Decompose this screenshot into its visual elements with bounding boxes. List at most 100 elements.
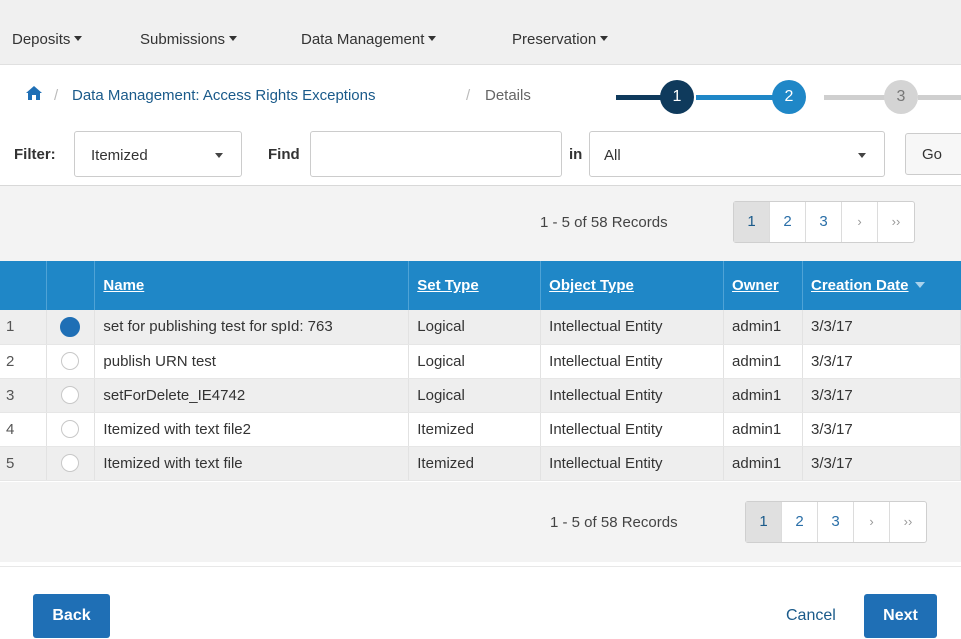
- wizard-stepper: 1 2 3: [616, 77, 961, 117]
- caret-down-icon: [858, 153, 866, 158]
- table-row[interactable]: 5 Itemized with text file Itemized Intel…: [0, 446, 961, 481]
- page-2-button[interactable]: 2: [770, 202, 806, 242]
- page-1-button[interactable]: 1: [746, 502, 782, 542]
- pager-bottom: 1 2 3 › ››: [745, 501, 927, 543]
- row-name: setForDelete_IE4742: [94, 378, 410, 413]
- col-creation-date-header[interactable]: Creation Date: [802, 261, 961, 310]
- menu-preservation[interactable]: Preservation: [512, 31, 609, 48]
- row-set-type: Logical: [408, 378, 542, 413]
- row-date: 3/3/17: [802, 344, 961, 379]
- row-number: 2: [0, 344, 48, 379]
- home-icon[interactable]: [25, 85, 43, 101]
- row-number: 1: [0, 310, 48, 345]
- pager-top: 1 2 3 › ››: [733, 201, 915, 243]
- row-object-type: Intellectual Entity: [540, 378, 725, 413]
- row-object-type: Intellectual Entity: [540, 412, 725, 447]
- row-select-cell: [46, 310, 96, 345]
- caret-down-icon: [229, 36, 238, 41]
- breadcrumb-current: Details: [485, 87, 531, 104]
- next-page-icon[interactable]: ›: [854, 502, 890, 542]
- caret-down-icon: [428, 36, 437, 41]
- menu-data-management[interactable]: Data Management: [301, 31, 437, 48]
- table-row[interactable]: 3 setForDelete_IE4742 Logical Intellectu…: [0, 378, 961, 413]
- row-name: Itemized with text file: [94, 446, 410, 481]
- row-owner: admin1: [723, 310, 803, 345]
- row-radio-selected[interactable]: [60, 316, 81, 337]
- row-radio[interactable]: [61, 454, 80, 473]
- row-select-cell: [46, 378, 96, 413]
- row-object-type: Intellectual Entity: [540, 344, 725, 379]
- row-object-type: Intellectual Entity: [540, 446, 725, 481]
- page-2-button[interactable]: 2: [782, 502, 818, 542]
- find-label: Find: [268, 146, 300, 163]
- row-radio[interactable]: [61, 352, 80, 371]
- row-number: 3: [0, 378, 48, 413]
- find-input[interactable]: [310, 131, 562, 177]
- filter-bar: Filter: Itemized Find in All: [0, 124, 961, 186]
- row-name: Itemized with text file2: [94, 412, 410, 447]
- caret-down-icon: [215, 153, 223, 158]
- row-name: publish URN test: [94, 344, 410, 379]
- row-owner: admin1: [723, 446, 803, 481]
- page-1-button[interactable]: 1: [734, 202, 770, 242]
- row-owner: admin1: [723, 378, 803, 413]
- step-2-active: 2: [772, 80, 806, 114]
- row-date: 3/3/17: [802, 412, 961, 447]
- row-set-type: Itemized: [408, 446, 542, 481]
- records-count: 1 - 5 of 58 Records: [540, 214, 668, 231]
- row-select-cell: [46, 344, 96, 379]
- step-connector: [918, 95, 961, 100]
- records-count: 1 - 5 of 58 Records: [550, 514, 678, 531]
- step-1: 1: [660, 80, 694, 114]
- page-3-button[interactable]: 3: [806, 202, 842, 242]
- wizard-footer: Back Cancel Next: [0, 566, 961, 639]
- col-owner-header[interactable]: Owner: [723, 261, 803, 310]
- in-field-select[interactable]: All: [589, 131, 885, 177]
- col-number: [0, 261, 48, 310]
- row-owner: admin1: [723, 412, 803, 447]
- next-page-icon[interactable]: ›: [842, 202, 878, 242]
- back-button[interactable]: Back: [33, 594, 110, 638]
- caret-down-icon: [600, 36, 609, 41]
- next-button[interactable]: Next: [864, 594, 937, 638]
- menu-deposits[interactable]: Deposits: [12, 31, 83, 48]
- row-object-type: Intellectual Entity: [540, 310, 725, 345]
- cancel-link[interactable]: Cancel: [786, 607, 836, 625]
- caret-down-icon: [74, 36, 83, 41]
- row-radio[interactable]: [61, 420, 80, 439]
- col-select: [46, 261, 96, 310]
- breadcrumb-separator: /: [54, 87, 59, 104]
- breadcrumb-separator: /: [466, 87, 471, 104]
- last-page-icon[interactable]: ››: [878, 202, 914, 242]
- sort-desc-icon: [914, 282, 925, 288]
- row-number: 5: [0, 446, 48, 481]
- row-date: 3/3/17: [802, 378, 961, 413]
- page-3-button[interactable]: 3: [818, 502, 854, 542]
- menu-submissions[interactable]: Submissions: [140, 31, 238, 48]
- table-header-row: Name Set Type Object Type Owner Creation…: [0, 261, 961, 310]
- breadcrumb-section-link[interactable]: Data Management: Access Rights Exception…: [72, 87, 376, 104]
- sets-table: Name Set Type Object Type Owner Creation…: [0, 261, 961, 481]
- in-label: in: [569, 146, 583, 163]
- table-row[interactable]: 1 set for publishing test for spId: 763 …: [0, 310, 961, 345]
- row-set-type: Logical: [408, 310, 542, 345]
- table-row[interactable]: 2 publish URN test Logical Intellectual …: [0, 344, 961, 379]
- row-set-type: Logical: [408, 344, 542, 379]
- row-set-type: Itemized: [408, 412, 542, 447]
- col-set-type-header[interactable]: Set Type: [408, 261, 542, 310]
- filter-label: Filter:: [14, 146, 56, 163]
- row-radio[interactable]: [61, 386, 80, 405]
- row-owner: admin1: [723, 344, 803, 379]
- col-name-header[interactable]: Name: [94, 261, 410, 310]
- pagination-bar-top: 1 - 5 of 58 Records 1 2 3 › ››: [0, 186, 961, 262]
- row-select-cell: [46, 446, 96, 481]
- col-object-type-header[interactable]: Object Type: [540, 261, 725, 310]
- row-number: 4: [0, 412, 48, 447]
- last-page-icon[interactable]: ››: [890, 502, 926, 542]
- pagination-bar-bottom: 1 - 5 of 58 Records 1 2 3 › ››: [0, 482, 961, 562]
- filter-select[interactable]: Itemized: [74, 131, 242, 177]
- row-select-cell: [46, 412, 96, 447]
- row-date: 3/3/17: [802, 446, 961, 481]
- go-button[interactable]: Go: [905, 133, 961, 175]
- table-row[interactable]: 4 Itemized with text file2 Itemized Inte…: [0, 412, 961, 447]
